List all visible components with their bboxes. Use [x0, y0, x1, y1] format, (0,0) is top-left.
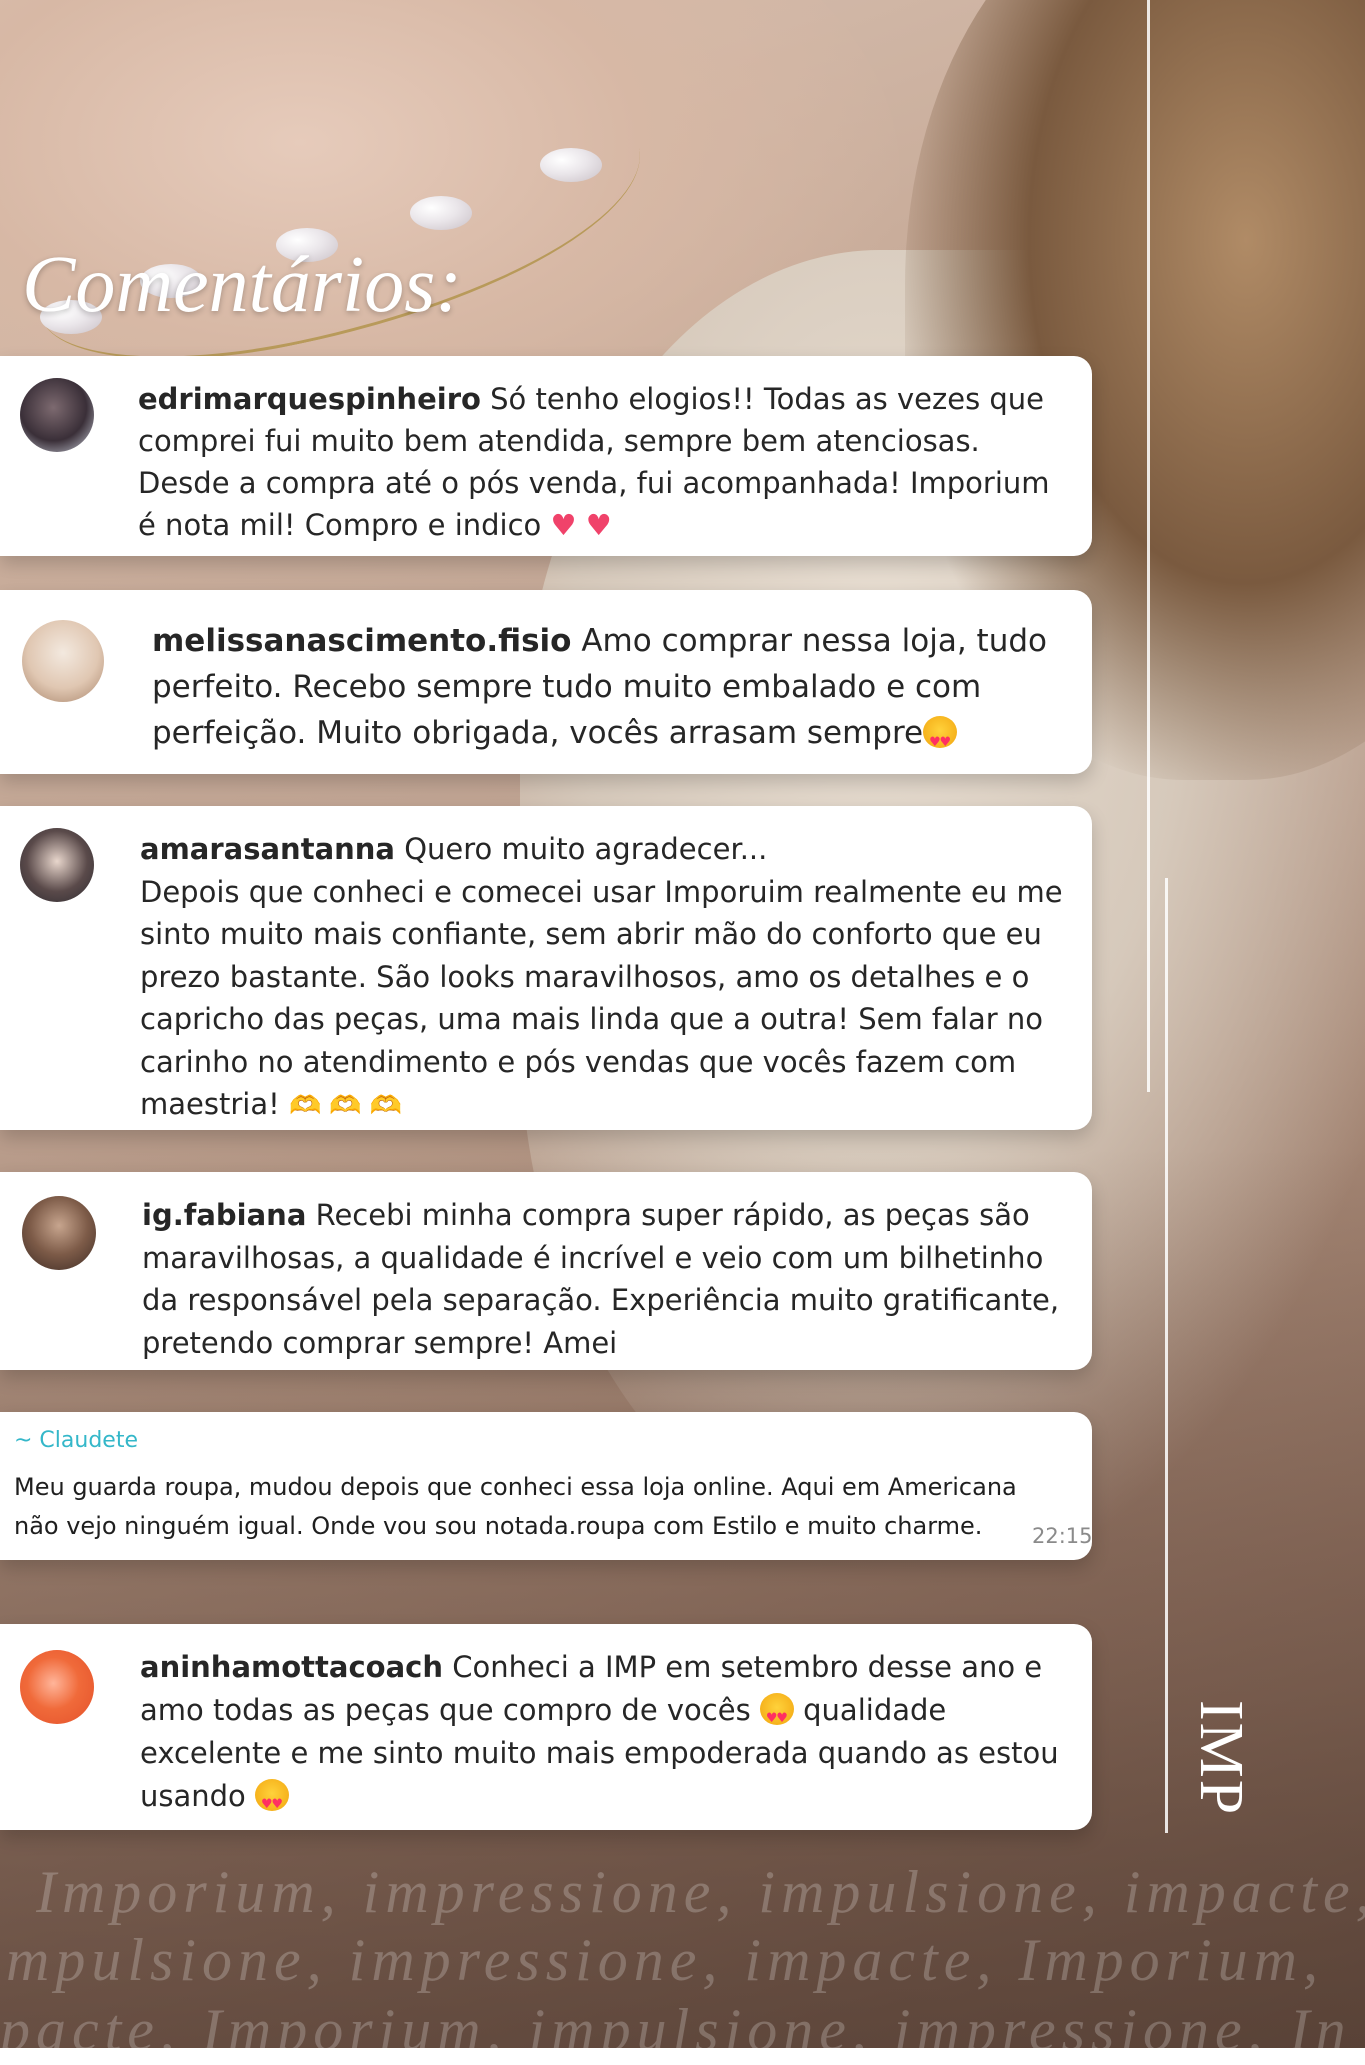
avatar [20, 1650, 94, 1724]
comment-username: amarasantanna [140, 832, 395, 866]
comment-text: melissanascimento.fisio Amo comprar ness… [152, 618, 1072, 766]
comment-text: ig.fabiana Recebi minha compra super ráp… [142, 1194, 1077, 1364]
comment-body: Depois que conheci e comecei usar Imporu… [140, 874, 1063, 1122]
whatsapp-message-card: ~ Claudete Meu guarda roupa, mudou depoi… [0, 1412, 1093, 1560]
comment-text: amarasantanna Quero muito agradecer... D… [140, 828, 1075, 1128]
avatar [22, 1196, 96, 1270]
comment-card: ig.fabiana Recebi minha compra super ráp… [0, 1172, 1092, 1370]
avatar [20, 828, 94, 902]
watermark-text: mpulsione, impressione, impacte, Imporiu… [6, 1927, 1324, 1993]
comment-username: aninhamottacoach [140, 1650, 443, 1684]
comment-card: aninhamottacoach Conheci a IMP em setemb… [0, 1624, 1092, 1830]
decorative-line [1147, 0, 1150, 1092]
heart-eyes-emoji-icon [759, 1693, 794, 1740]
comment-card: amarasantanna Quero muito agradecer... D… [0, 806, 1092, 1130]
avatar [22, 620, 104, 702]
heart-emoji-icon: ♥ [585, 508, 612, 542]
heart-eyes-emoji-icon [255, 1779, 290, 1826]
comment-text: aninhamottacoach Conheci a IMP em setemb… [140, 1646, 1075, 1826]
message-time: 22:15 [1032, 1524, 1093, 1548]
comment-card: edrimarquespinheiro Só tenho elogios!! T… [0, 356, 1092, 556]
heart-eyes-emoji-icon [923, 716, 958, 766]
watermark-text: Imporium, impressione, impulsione, impac… [36, 1859, 1365, 1925]
comment-body: Quero muito agradecer... [395, 832, 768, 866]
watermark-text: pacte, Imporium, impulsione, impressione… [0, 1997, 1352, 2063]
heart-emoji-icon: ♥ [550, 508, 577, 542]
comment-card: melissanascimento.fisio Amo comprar ness… [0, 590, 1092, 774]
comment-username: melissanascimento.fisio [152, 623, 572, 659]
decorative-line [1165, 878, 1168, 1833]
brand-logo: IMP [1187, 1700, 1255, 1817]
comment-username: ig.fabiana [142, 1198, 307, 1232]
comment-username: edrimarquespinheiro [138, 382, 481, 416]
comment-text: edrimarquespinheiro Só tenho elogios!! T… [138, 378, 1068, 546]
heart-hands-emoji-icon: 🫶🫶🫶 [288, 1091, 411, 1121]
page-title: Comentários: [22, 241, 462, 329]
avatar [20, 378, 94, 452]
message-text: Meu guarda roupa, mudou depois que conhe… [14, 1473, 1017, 1540]
sender-name: ~ Claudete [14, 1428, 138, 1453]
